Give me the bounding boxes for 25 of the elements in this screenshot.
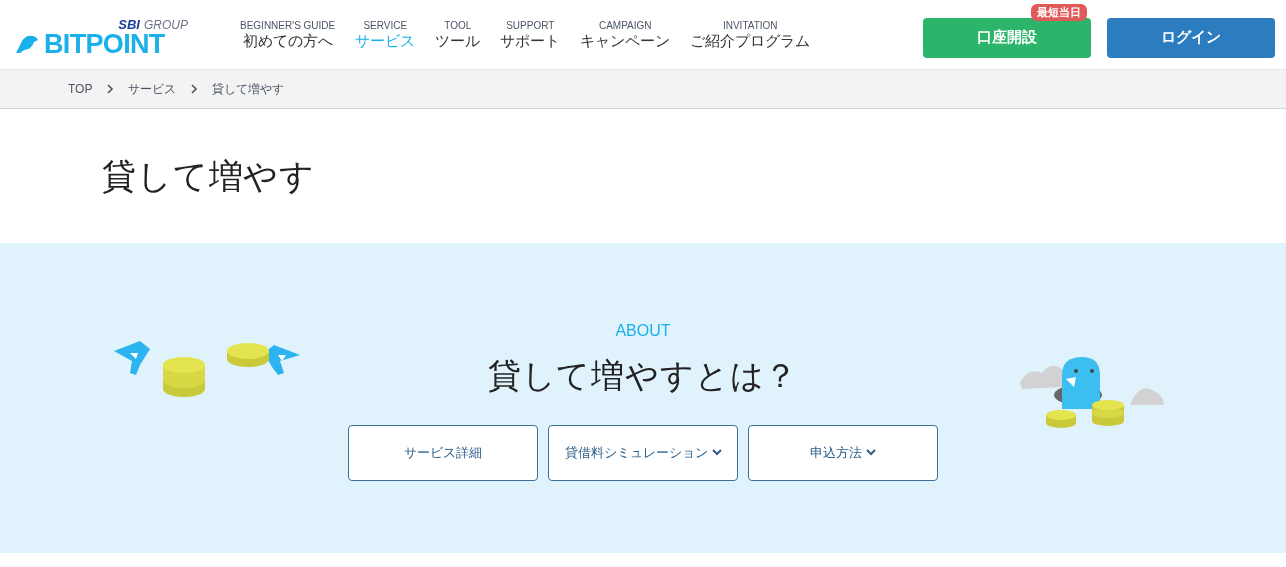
nav-item[interactable]: BEGINNER'S GUIDE 初めての方へ [240, 19, 336, 52]
breadcrumb-item: 貸して増やす [212, 81, 285, 98]
nav-item[interactable]: TOOL ツール [435, 19, 481, 52]
nav-item[interactable]: CAMPAIGN キャンペーン [580, 19, 671, 52]
logo-wordmark: BITPOINT [44, 30, 165, 58]
chevron-down-icon [711, 449, 722, 456]
bird-logo-icon [14, 33, 40, 55]
chevron-right-icon [106, 84, 115, 94]
breadcrumb-item[interactable]: サービス [128, 80, 177, 98]
section-eyebrow: ABOUT [615, 321, 671, 341]
section-heading: 貸して増やすとは？ [487, 356, 799, 396]
chevron-down-icon [866, 449, 876, 456]
breadcrumb-item[interactable]: TOP [68, 80, 93, 98]
login-button[interactable]: ログイン [1107, 17, 1275, 58]
logo-group-text: SBI [118, 17, 140, 31]
logo-group-text: GROUP [144, 18, 188, 31]
nav-item[interactable]: SUPPORT サポート [500, 19, 561, 52]
nav-item[interactable]: SERVICE サービス [355, 19, 416, 52]
section-link-button[interactable]: 申込方法 [748, 424, 938, 481]
badge: 最短当日 [1031, 3, 1087, 22]
section-link-button[interactable]: 貸借料シミュレーション [548, 424, 738, 481]
nav-item[interactable]: INVITATION ご紹介プログラム [690, 19, 811, 52]
section-link-button[interactable]: サービス詳細 [348, 424, 538, 481]
chevron-right-icon [190, 84, 199, 94]
page-title: 貸して増やす [102, 155, 316, 197]
